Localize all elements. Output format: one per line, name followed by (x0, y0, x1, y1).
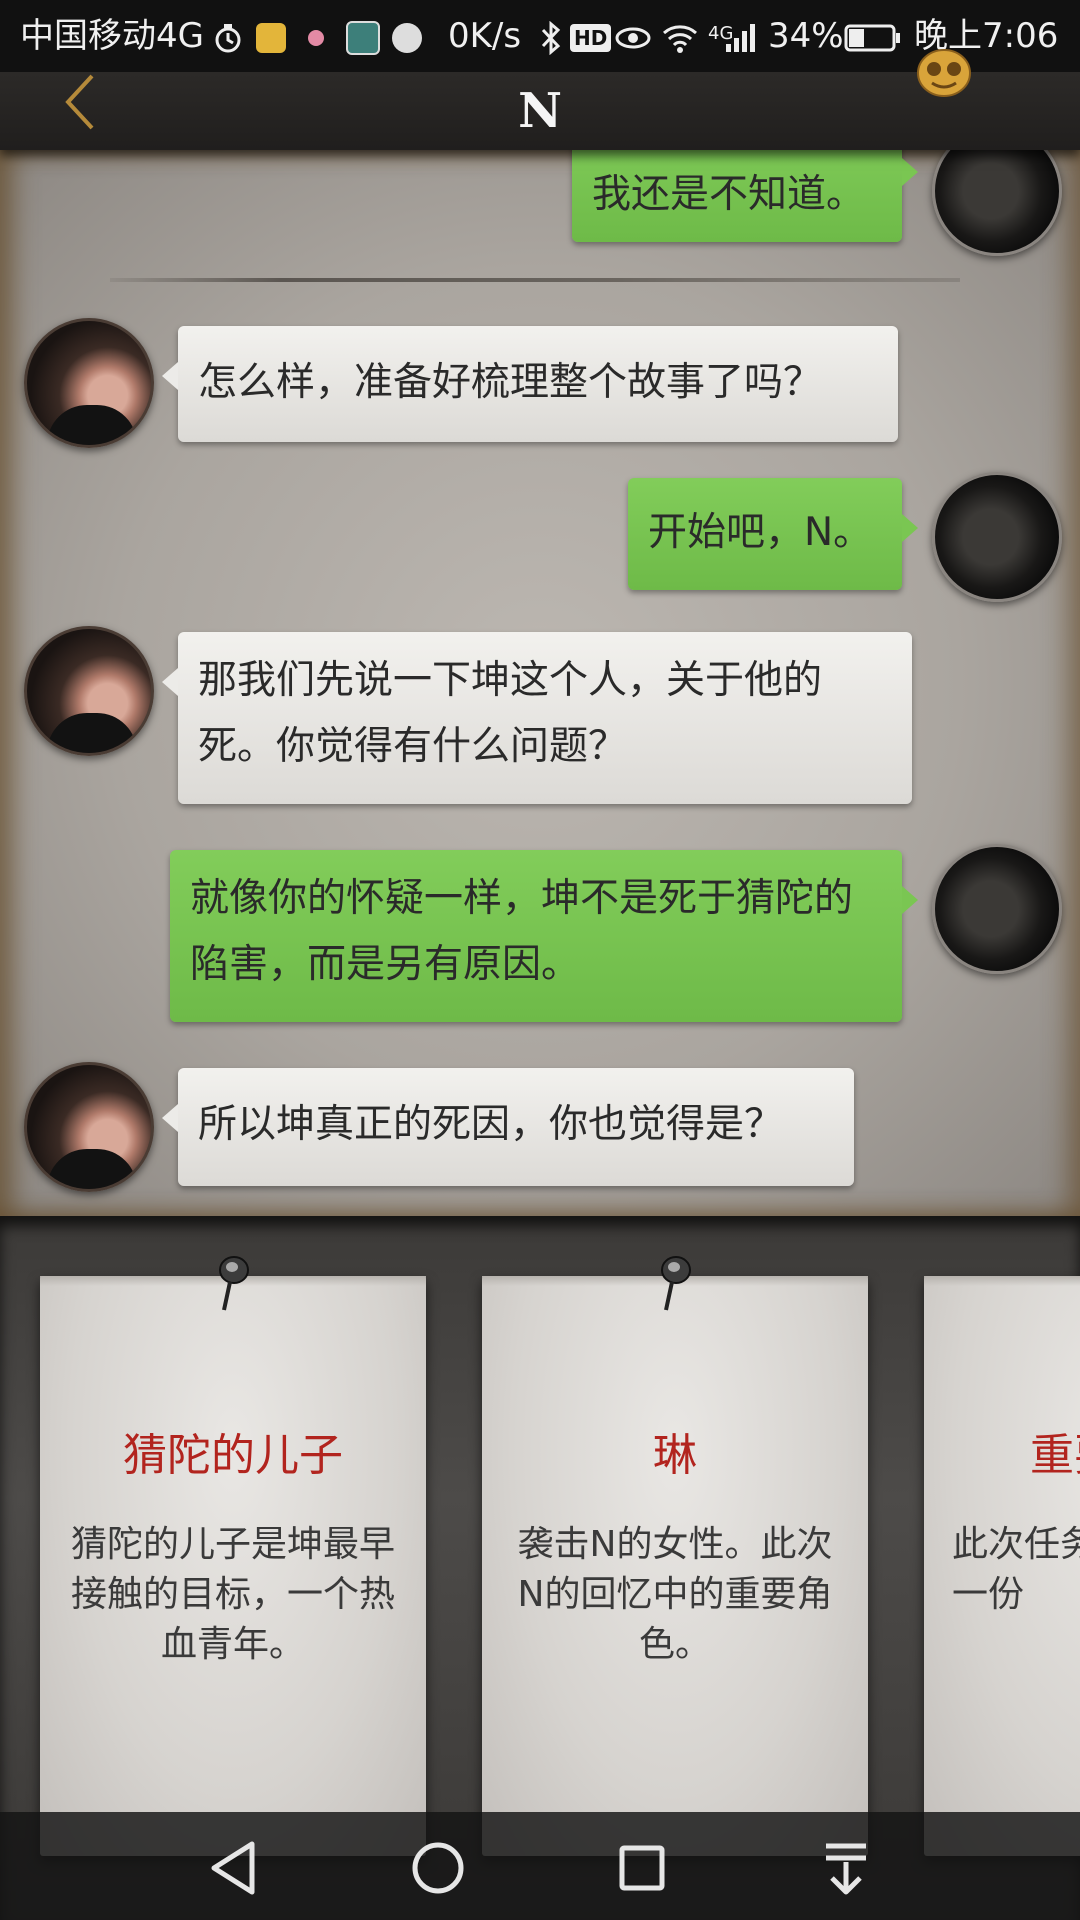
message-text: 所以坤真正的死因，你也觉得是？ (198, 1102, 784, 1147)
divider (110, 278, 960, 282)
user-avatar[interactable] (932, 150, 1062, 256)
clue-card[interactable]: 琳 袭击N的女性。此次N的回忆中的重要角色。 (482, 1256, 868, 1856)
npc-avatar[interactable] (24, 626, 154, 756)
mask-menu-button[interactable] (914, 47, 974, 99)
user-message: 开始吧，N。 (628, 478, 918, 590)
net-speed: 0K/s (448, 16, 522, 56)
carrier-label: 中国移动4G (20, 16, 204, 56)
nav-recents-button[interactable] (602, 1828, 682, 1908)
back-button[interactable] (52, 72, 112, 150)
clue-card[interactable]: 重要 此次任务收一份 (924, 1276, 1080, 1856)
npc-avatar[interactable] (24, 1062, 154, 1192)
star-badge-icon (256, 16, 286, 56)
npc-message: 那我们先说一下坤这个人，关于他的死。你觉得有什么问题？ (162, 632, 912, 804)
message-text: 那我们先说一下坤这个人，关于他的死。你觉得有什么问题？ (198, 658, 823, 769)
card-description: 袭击N的女性。此次N的回忆中的重要角色。 (517, 1524, 833, 1665)
wifi-icon (662, 16, 698, 56)
alarm-icon (212, 16, 244, 56)
page-title: N (518, 83, 562, 139)
system-nav-bar (0, 1812, 1080, 1920)
signal-icon (724, 16, 760, 56)
battery-icon (844, 16, 902, 56)
message-text: 我还是不知道。 (592, 172, 866, 217)
l-app-icon (346, 16, 380, 56)
home-circle-icon (412, 1842, 464, 1894)
eye-icon (614, 16, 652, 56)
notification-dot-icon (308, 16, 324, 56)
message-text: 开始吧，N。 (648, 510, 873, 555)
chevron-left-icon (65, 74, 94, 130)
hand-app-icon (392, 16, 422, 56)
notification-pulldown-icon (826, 1843, 866, 1895)
recents-square-icon (619, 1845, 665, 1891)
card-title: 重要 (1030, 1430, 1080, 1481)
message-text: 就像你的怀疑一样，坤不是死于猜陀的陷害，而是另有原因。 (190, 876, 854, 987)
back-triangle-icon (211, 1841, 255, 1895)
chat-area[interactable]: 我还是不知道。 怎么样，准备好梳理整个故事了吗？ 开始吧，N。 那我们先说一下坤… (0, 150, 1080, 1216)
user-avatar[interactable] (932, 472, 1062, 602)
user-avatar[interactable] (932, 844, 1062, 974)
message-text: 怎么样，准备好梳理整个故事了吗？ (198, 360, 823, 405)
bluetooth-icon (540, 16, 562, 56)
nav-home-button[interactable] (398, 1828, 478, 1908)
hd-icon: HD (570, 16, 612, 56)
battery-percent: 34% (768, 16, 844, 56)
npc-message: 所以坤真正的死因，你也觉得是？ (162, 1068, 854, 1186)
user-message: 我还是不知道。 (572, 150, 918, 242)
nav-notification-button[interactable] (806, 1828, 886, 1908)
card-title: 猜陀的儿子 (123, 1430, 343, 1481)
nav-back-button[interactable] (194, 1828, 274, 1908)
user-message: 就像你的怀疑一样，坤不是死于猜陀的陷害，而是另有原因。 (170, 850, 918, 1022)
pushpin-icon (219, 1256, 249, 1311)
npc-message: 怎么样，准备好梳理整个故事了吗？ (162, 326, 898, 442)
card-title: 琳 (653, 1430, 697, 1481)
mask-icon (917, 49, 971, 97)
npc-avatar[interactable] (24, 318, 154, 448)
clue-card[interactable]: 猜陀的儿子 猜陀的儿子是坤最早接触的目标，一个热血青年。 (40, 1256, 426, 1856)
pushpin-icon (661, 1256, 691, 1311)
card-description: 此次任务收一份 (952, 1524, 1080, 1615)
card-description: 猜陀的儿子是坤最早接触的目标，一个热血青年。 (70, 1524, 395, 1665)
